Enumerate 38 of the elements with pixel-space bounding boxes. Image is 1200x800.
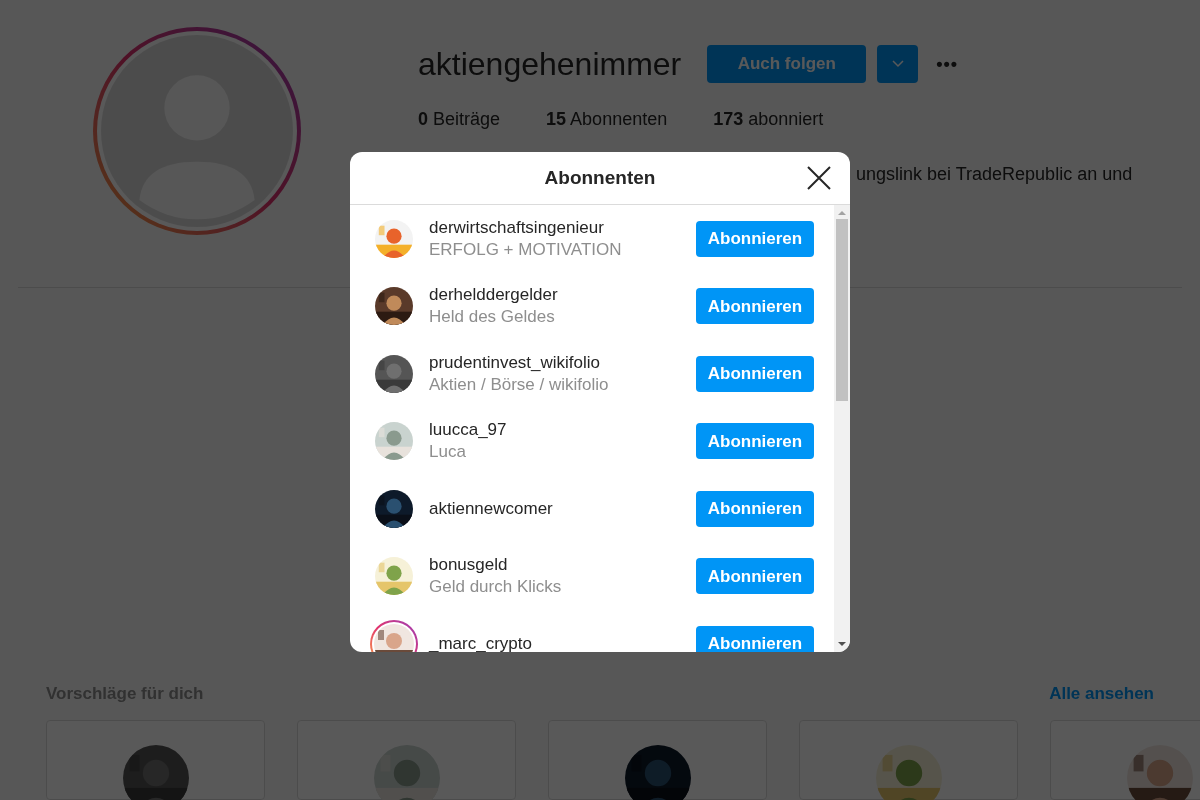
follower-username[interactable]: prudentinvest_wikifolio [429, 351, 696, 374]
follower-username[interactable]: _marc_crypto [429, 632, 696, 652]
subscribe-button[interactable]: Abonnieren [696, 558, 814, 595]
scrollbar-thumb[interactable] [836, 219, 848, 401]
follower-username[interactable]: luucca_97 [429, 419, 696, 442]
follower-username[interactable]: derhelddergelder [429, 284, 696, 307]
subscribe-button[interactable]: Abonnieren [696, 625, 814, 652]
subscribe-button[interactable]: Abonnieren [696, 220, 814, 257]
dropdown-button[interactable] [877, 45, 919, 83]
suggestion-card[interactable] [297, 720, 516, 800]
follower-username[interactable]: bonusgeld [429, 554, 696, 577]
profile-stat[interactable]: 173 abonniert [713, 106, 824, 133]
subscribe-button[interactable]: Abonnieren [696, 490, 814, 527]
profile-stat[interactable]: 15 Abonnenten [546, 106, 668, 133]
follower-username[interactable]: aktiennewcomer [429, 497, 696, 520]
close-icon [806, 165, 832, 191]
follower-bio: Luca [429, 441, 467, 464]
suggestion-card[interactable] [799, 720, 1018, 800]
follower-bio: Held des Geldes [429, 306, 556, 329]
chevron-down-icon [891, 60, 904, 68]
scrollbar[interactable] [834, 205, 850, 652]
subscribe-button[interactable]: Abonnieren [696, 355, 814, 392]
follower-bio: Geld durch Klicks [429, 576, 563, 599]
profile-stat[interactable]: 0 Beiträge [418, 106, 501, 133]
follower-bio: Aktien / Börse / wikifolio [429, 373, 610, 396]
see-all-link[interactable]: Alle ansehen [1049, 681, 1154, 707]
subscribe-button[interactable]: Abonnieren [696, 288, 814, 325]
suggestion-card[interactable] [548, 720, 767, 800]
suggestion-card[interactable] [46, 720, 265, 800]
profile-username: aktiengehenimmer [418, 45, 682, 84]
follow-button[interactable]: Auch folgen [707, 45, 867, 83]
subscribe-button[interactable]: Abonnieren [696, 423, 814, 460]
profile-bio: ungslink bei TradeRepublic an und [856, 163, 1133, 186]
more-options-button[interactable]: ••• [936, 50, 959, 78]
dialog-title: Abonnenten [544, 165, 656, 190]
close-button[interactable] [806, 165, 832, 191]
follower-bio: ERFOLG + MOTIVATION [429, 238, 623, 261]
follower-username[interactable]: derwirtschaftsingenieur [429, 216, 696, 239]
